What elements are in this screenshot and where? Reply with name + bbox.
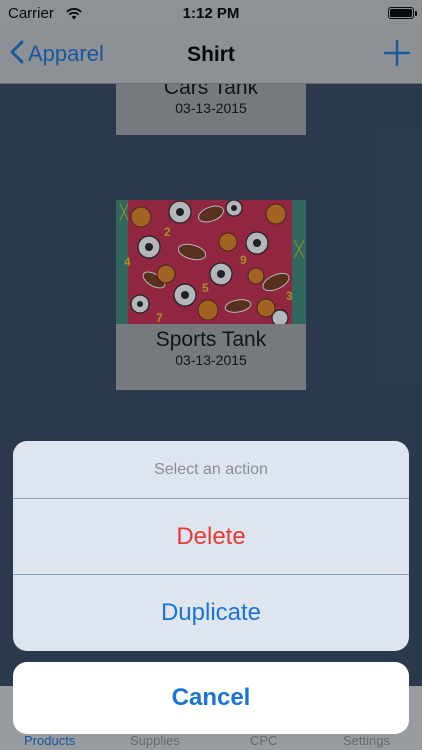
duplicate-button[interactable]: Duplicate xyxy=(13,575,409,651)
delete-button[interactable]: Delete xyxy=(13,499,409,575)
action-sheet-title: Select an action xyxy=(13,441,409,499)
cancel-button[interactable]: Cancel xyxy=(13,662,409,734)
action-sheet: Select an action Delete Duplicate xyxy=(13,441,409,651)
